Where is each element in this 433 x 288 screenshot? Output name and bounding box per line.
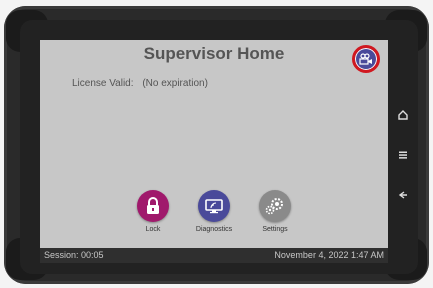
video-camera-icon [359,53,372,65]
diagnostics-app-button[interactable]: Diagnostics [186,190,242,233]
padlock-icon [137,190,169,222]
session-timer: Session: 00:05 [44,250,104,260]
settings-app-button[interactable]: Settings [247,190,303,233]
gears-icon [259,190,291,222]
device-nav-bar [394,90,412,220]
menu-button[interactable] [394,146,412,164]
back-button[interactable] [394,186,412,204]
monitor-icon [198,190,230,222]
date-time: November 4, 2022 1:47 AM [274,250,384,260]
lock-app-label: Lock [145,226,161,233]
camera-button[interactable] [352,45,380,73]
app-launcher: Lock Diagnostics Settings [40,190,388,244]
license-label: License Valid: [72,78,134,89]
page-title: Supervisor Home [143,44,285,63]
menu-icon [399,151,407,159]
home-icon [398,110,408,120]
back-icon [398,191,407,199]
status-bar: Session: 00:05 November 4, 2022 1:47 AM [40,248,388,263]
app-screen: Supervisor Home License Valid: (No expir… [40,40,388,263]
diagnostics-app-label: Diagnostics [195,226,233,233]
home-button[interactable] [394,106,412,124]
lock-app-button[interactable]: Lock [125,190,181,233]
settings-app-label: Settings [262,226,288,233]
license-value: (No expiration) [142,78,208,89]
license-status: License Valid: (No expiration) [72,78,208,89]
